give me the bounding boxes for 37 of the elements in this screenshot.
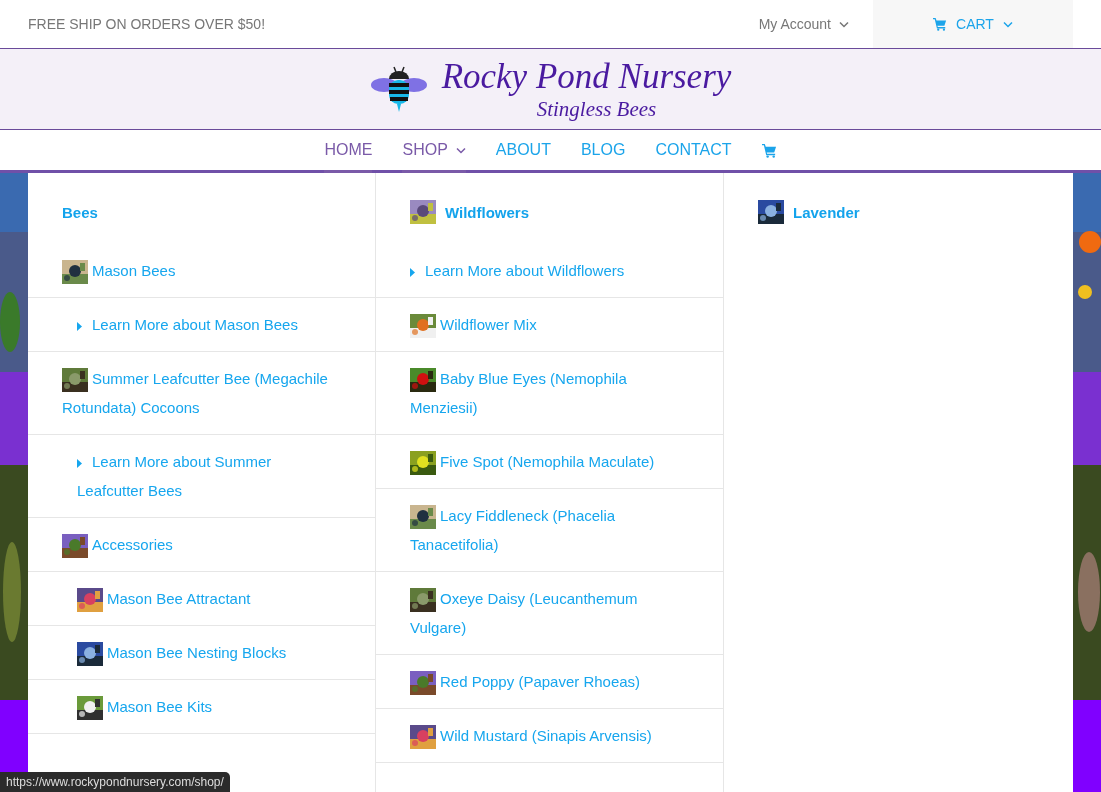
menu-link[interactable]: Lacy Fiddleneck (Phacelia Tanacetifolia) xyxy=(410,501,683,559)
menu-heading-link[interactable]: Wildflowers xyxy=(410,200,530,224)
menu-link[interactable]: Red Poppy (Papaver Rhoeas) xyxy=(410,667,641,696)
status-url: https://www.rockypondnursery.com/shop/ xyxy=(0,772,230,792)
menu-link[interactable]: Mason Bee Attractant xyxy=(77,584,251,613)
menu-link[interactable]: Learn More about Summer Leafcutter Bees xyxy=(77,447,335,505)
menu-link[interactable]: Five Spot (Nemophila Maculate) xyxy=(410,447,655,476)
site-tagline: Stingless Bees xyxy=(536,97,657,121)
menu-link[interactable]: Learn More about Mason Bees xyxy=(77,310,298,339)
cart-button[interactable]: CART xyxy=(873,0,1073,48)
promo-text: FREE SHIP ON ORDERS OVER $50! xyxy=(28,16,267,32)
cart-icon xyxy=(761,142,777,158)
caret-right-icon xyxy=(410,267,415,277)
nav-link[interactable]: CONTACT xyxy=(655,130,732,173)
menu-link[interactable]: Wildflower Mix xyxy=(410,310,537,339)
menu-link[interactable]: Mason Bee Kits xyxy=(77,692,213,721)
menu-link[interactable]: Summer Leafcutter Bee (Megachile Rotundata) Cocoons xyxy=(62,364,335,422)
chevron-down-icon xyxy=(1002,20,1013,28)
menu-link[interactable]: Baby Blue Eyes (Nemophila Menziesii) xyxy=(410,364,683,422)
menu-link[interactable]: Accessories xyxy=(62,530,173,559)
account-menu[interactable]: My Account xyxy=(758,16,849,32)
chevron-down-icon xyxy=(839,20,849,28)
caret-right-icon xyxy=(77,458,82,468)
nav-link[interactable]: ABOUT xyxy=(495,130,551,173)
menu-link[interactable]: Oxeye Daisy (Leucanthemum Vulgare) xyxy=(410,584,683,642)
menu-link[interactable]: Wild Mustard (Sinapis Arvensis) xyxy=(410,721,652,750)
menu-link[interactable]: Learn More about Wildflowers xyxy=(410,256,625,285)
caret-right-icon xyxy=(77,321,82,331)
site-title[interactable]: Rocky Pond Nursery xyxy=(441,57,732,97)
menu-link[interactable]: Mason Bees xyxy=(62,256,176,285)
menu-heading-link[interactable]: Bees xyxy=(62,203,98,221)
cart-icon xyxy=(933,17,948,31)
menu-link[interactable]: Mason Bee Nesting Blocks xyxy=(77,638,287,667)
nav-link[interactable]: BLOG xyxy=(580,130,626,173)
menu-heading-link[interactable]: Lavender xyxy=(758,200,860,224)
chevron-down-icon xyxy=(455,146,466,154)
bee-logo-icon xyxy=(369,65,428,113)
